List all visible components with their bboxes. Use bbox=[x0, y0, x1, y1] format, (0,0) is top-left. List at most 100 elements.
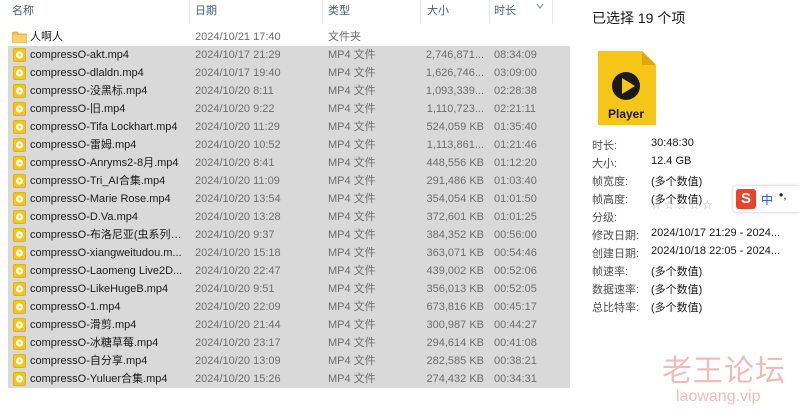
list-item-file[interactable]: compressO-D.Va.mp4 2024/10/20 13:28 MP4 文件… bbox=[0, 208, 570, 226]
file-date: 2024/10/20 15:26 bbox=[195, 373, 281, 385]
video-file-icon bbox=[13, 246, 26, 260]
list-item-file[interactable]: compressO-自分享.mp4 2024/10/20 13:09 MP4 文件 2… bbox=[0, 352, 570, 370]
video-file-icon bbox=[13, 300, 26, 314]
sogou-logo-icon[interactable]: S bbox=[736, 189, 756, 209]
file-type: MP4 文件 bbox=[328, 283, 376, 295]
file-size: 274,432 KB bbox=[426, 373, 485, 385]
list-item-file[interactable]: compressO-Tifa Lockhart.mp4 2024/10/20 11… bbox=[0, 118, 570, 136]
file-date: 2024/10/20 11:29 bbox=[195, 121, 280, 133]
file-type: 文件夹 bbox=[328, 31, 361, 43]
file-date: 2024/10/20 10:52 bbox=[195, 139, 281, 151]
column-type[interactable]: 类型 bbox=[326, 0, 416, 24]
file-name: compressO-滑剪.mp4 bbox=[30, 319, 137, 331]
column-divider[interactable] bbox=[322, 0, 323, 24]
file-type: MP4 文件 bbox=[328, 121, 376, 133]
list-item-file[interactable]: compressO-LikeHugeB.mp4 2024/10/20 9:51 MP… bbox=[0, 280, 570, 298]
column-size[interactable]: 大小 bbox=[425, 0, 485, 24]
property-label: 数据速率: bbox=[592, 284, 640, 296]
file-type: MP4 文件 bbox=[328, 265, 376, 277]
column-date[interactable]: 日期 bbox=[193, 0, 318, 24]
file-duration: 01:01:50 bbox=[494, 193, 537, 205]
video-file-icon bbox=[13, 174, 26, 188]
column-name[interactable]: 名称 bbox=[10, 0, 185, 24]
file-date: 2024/10/17 19:40 bbox=[195, 67, 281, 79]
file-name: compressO-akt.mp4 bbox=[30, 49, 130, 61]
ime-mode-label[interactable]: 中 bbox=[761, 191, 773, 208]
file-name: compressO-LikeHugeB.mp4 bbox=[30, 283, 169, 295]
watermark-cn: 老王论坛 bbox=[662, 354, 786, 389]
list-item-file[interactable]: compressO-akt.mp4 2024/10/17 21:29 MP4 文件 2… bbox=[0, 46, 570, 64]
video-file-icon bbox=[13, 264, 26, 278]
property-value[interactable]: 2024/10/17 21:29 - 2024... bbox=[651, 227, 791, 239]
file-date: 2024/10/20 13:28 bbox=[195, 211, 281, 223]
column-divider[interactable] bbox=[420, 0, 421, 24]
file-size: 363,071 KB bbox=[426, 247, 485, 259]
file-name: compressO-1.mp4 bbox=[30, 301, 121, 313]
list-item-file[interactable]: compressO-Laomeng Live2D... 2024/10/20 22… bbox=[0, 262, 570, 280]
file-date: 2024/10/20 8:11 bbox=[195, 85, 274, 97]
property-value[interactable]: 30:48:30 bbox=[651, 137, 791, 149]
file-size: 384,352 KB bbox=[426, 229, 485, 241]
list-item-file[interactable]: compressO-没黑标.mp4 2024/10/20 8:11 MP4 文件 1,… bbox=[0, 82, 570, 100]
column-divider[interactable] bbox=[489, 0, 490, 24]
list-item-file[interactable]: compressO-xiangweitudou.m... 2024/10/20 1… bbox=[0, 244, 570, 262]
watermark-url: laowang.vip bbox=[676, 388, 761, 405]
file-type: MP4 文件 bbox=[328, 103, 376, 115]
file-name: compressO-Tri_AI合集.mp4 bbox=[30, 175, 166, 187]
property-value[interactable]: (多个数值) bbox=[651, 281, 791, 297]
list-item-file[interactable]: compressO-dlaldn.mp4 2024/10/17 19:40 MP4 … bbox=[0, 64, 570, 82]
file-size: 439,002 KB bbox=[426, 265, 485, 277]
file-name: compressO-dlaldn.mp4 bbox=[30, 67, 144, 79]
video-file-icon bbox=[13, 336, 26, 350]
file-date: 2024/10/20 22:47 bbox=[195, 265, 281, 277]
file-duration: 03:09:00 bbox=[494, 67, 537, 79]
file-date: 2024/10/20 9:51 bbox=[195, 283, 275, 295]
property-value[interactable]: (多个数值) bbox=[651, 299, 791, 315]
property-value[interactable]: 2024/10/18 22:05 - 2024... bbox=[651, 245, 791, 257]
column-duration[interactable]: 时长 bbox=[492, 0, 536, 24]
file-list[interactable]: 名称 日期 类型 大小 时长 人啊人 2024/10/21 17:40 文件夹 … bbox=[0, 0, 570, 410]
file-size: 354,054 KB bbox=[426, 193, 485, 205]
list-item-file[interactable]: compressO-1.mp4 2024/10/20 22:09 MP4 文件 673… bbox=[0, 298, 570, 316]
file-name: compressO-雷姆.mp4 bbox=[30, 139, 137, 151]
file-date: 2024/10/20 9:22 bbox=[195, 103, 275, 115]
column-divider[interactable] bbox=[552, 0, 553, 24]
video-file-icon bbox=[13, 84, 26, 98]
list-item-file[interactable]: compressO-冰糖草莓.mp4 2024/10/20 23:17 MP4 文件… bbox=[0, 334, 570, 352]
list-item-file[interactable]: compressO-Yuluer合集.mp4 2024/10/20 15:26 MP… bbox=[0, 370, 570, 388]
file-type: MP4 文件 bbox=[328, 85, 376, 97]
file-type: MP4 文件 bbox=[328, 247, 376, 259]
video-player-thumbnail-icon: Player bbox=[598, 51, 656, 125]
list-item-file[interactable]: compressO-旧.mp4 2024/10/20 9:22 MP4 文件 1,11… bbox=[0, 100, 570, 118]
list-item-file[interactable]: compressO-雷姆.mp4 2024/10/20 10:52 MP4 文件 1,… bbox=[0, 136, 570, 154]
file-duration: 00:56:00 bbox=[494, 229, 537, 241]
column-divider[interactable] bbox=[189, 0, 190, 24]
file-rows: 人啊人 2024/10/21 17:40 文件夹 compressO-akt.m… bbox=[0, 28, 570, 388]
file-size: 524,059 KB bbox=[426, 121, 485, 133]
video-file-icon bbox=[13, 192, 26, 206]
property-label: 分级: bbox=[592, 212, 618, 224]
file-size: 1,113,861... bbox=[426, 139, 484, 151]
file-name: compressO-布洛尼亚(虫系列重... bbox=[30, 229, 185, 241]
property-value[interactable]: 12.4 GB bbox=[651, 155, 791, 167]
rating-stars[interactable]: ☆☆☆☆☆ bbox=[651, 198, 715, 212]
list-item-file[interactable]: compressO-Marie Rose.mp4 2024/10/20 13:54… bbox=[0, 190, 570, 208]
list-item-file[interactable]: compressO-滑剪.mp4 2024/10/20 21:44 MP4 文件 30… bbox=[0, 316, 570, 334]
ime-punctuation-label[interactable]: •, bbox=[779, 188, 787, 202]
file-type: MP4 文件 bbox=[328, 211, 376, 223]
input-method-toolbar[interactable]: S 中 •, bbox=[733, 186, 800, 212]
video-file-icon bbox=[13, 354, 26, 368]
file-duration: 02:21:11 bbox=[494, 103, 537, 115]
list-item-file[interactable]: compressO-布洛尼亚(虫系列重... 2024/10/20 9:37 MP4… bbox=[0, 226, 570, 244]
list-item-file[interactable]: compressO-Anryms2-8月.mp4 2024/10/20 8:41 M… bbox=[0, 154, 570, 172]
property-value[interactable]: (多个数值) bbox=[651, 263, 791, 279]
sort-descending-icon[interactable] bbox=[536, 2, 544, 10]
file-duration: 01:35:40 bbox=[494, 121, 537, 133]
file-date: 2024/10/20 11:09 bbox=[195, 175, 280, 187]
list-item-file[interactable]: compressO-Tri_AI合集.mp4 2024/10/20 11:09 MP… bbox=[0, 172, 570, 190]
file-size: 1,093,339... bbox=[425, 85, 484, 97]
file-name: compressO-Anryms2-8月.mp4 bbox=[30, 157, 179, 169]
file-name: compressO-自分享.mp4 bbox=[30, 355, 148, 367]
file-type: MP4 文件 bbox=[328, 373, 376, 385]
list-item-folder[interactable]: 人啊人 2024/10/21 17:40 文件夹 bbox=[0, 28, 570, 46]
